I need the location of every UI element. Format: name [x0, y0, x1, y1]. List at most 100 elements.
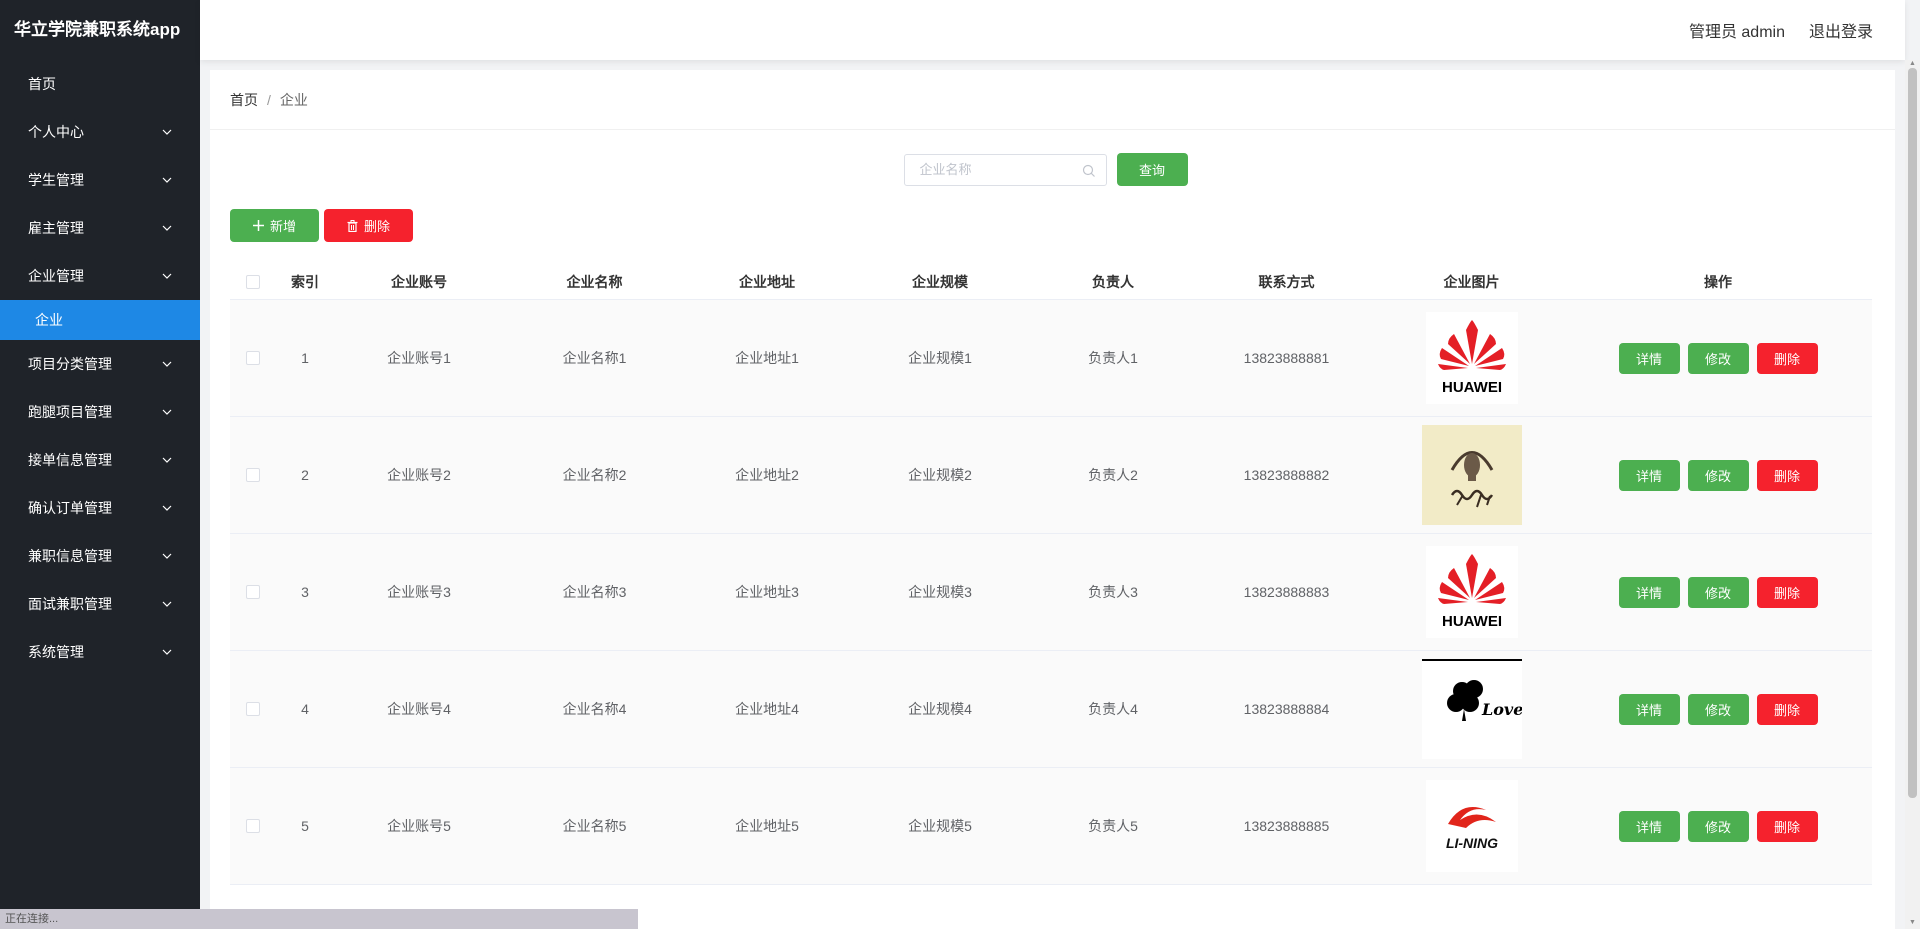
row-delete-button[interactable]: 删除 [1756, 693, 1818, 725]
cell-phone: 13823888881 [1243, 350, 1330, 366]
sidebar-item-11[interactable]: 系统管理 [0, 628, 200, 676]
query-button[interactable]: 查询 [1116, 153, 1188, 186]
add-button[interactable]: 新增 [230, 209, 319, 242]
scroll-up-arrow-icon[interactable]: ▲ [1908, 60, 1917, 68]
li-ning-logo[interactable]: LI-NING [1422, 776, 1522, 876]
breadcrumb-home[interactable]: 首页 [230, 90, 258, 110]
sidebar-subitem-enterprise[interactable]: 企业 [0, 300, 200, 340]
cell-actions: 详情 修改 删除 [1564, 768, 1872, 884]
cell-account: 企业账号4 [387, 701, 451, 717]
cell-owner: 负责人5 [1088, 818, 1138, 834]
cell-address: 企业地址3 [735, 584, 799, 600]
sidebar-item-1[interactable]: 个人中心 [0, 108, 200, 156]
row-delete-button[interactable]: 删除 [1756, 342, 1818, 374]
svg-text:Love: Love [1481, 700, 1522, 719]
sidebar-item-3[interactable]: 雇主管理 [0, 204, 200, 252]
cell-index: 1 [301, 350, 309, 366]
chevron-down-icon [160, 501, 174, 515]
column-header: 企业图片 [1443, 274, 1500, 290]
detail-button[interactable]: 详情 [1618, 576, 1680, 608]
row-checkbox[interactable] [245, 819, 260, 833]
detail-button[interactable]: 详情 [1618, 810, 1680, 842]
row-checkbox[interactable] [245, 351, 260, 365]
edit-button[interactable]: 修改 [1687, 459, 1749, 491]
cell-name: 企业名称4 [562, 701, 627, 717]
select-all-checkbox-cell [230, 265, 275, 299]
sidebar-item-label: 跑腿项目管理 [28, 404, 112, 420]
search-field[interactable] [903, 153, 1107, 186]
edit-button[interactable]: 修改 [1687, 810, 1749, 842]
cell-scale: 企业规模4 [908, 701, 972, 717]
row-checkbox[interactable] [245, 585, 260, 599]
row-checkbox-cell [230, 651, 275, 767]
sidebar-item-6[interactable]: 跑腿项目管理 [0, 388, 200, 436]
huawei-logo[interactable]: HUAWEI [1422, 308, 1522, 408]
column-header: 企业名称 [566, 274, 623, 290]
sidebar-item-label: 接单信息管理 [28, 452, 112, 468]
scroll-down-arrow-icon[interactable]: ▼ [1908, 919, 1917, 927]
row-delete-button[interactable]: 删除 [1756, 576, 1818, 608]
cell-name: 企业名称1 [562, 350, 627, 366]
cell-scale: 企业规模5 [908, 818, 972, 834]
sidebar-item-label: 个人中心 [28, 124, 84, 140]
cell-index: 5 [301, 818, 309, 834]
edit-button[interactable]: 修改 [1687, 693, 1749, 725]
column-header: 索引 [291, 274, 319, 290]
action-bar: 新增 删除 [230, 209, 413, 242]
main-panel: 首页 / 企业 查询 新增 删除 索引 企业账号 企业名称 企业地址 企业规模 负责人 联系… [210, 70, 1895, 929]
sidebar-item-2[interactable]: 学生管理 [0, 156, 200, 204]
sidebar-item-0[interactable]: 首页 [0, 60, 200, 108]
cell-account: 企业账号1 [387, 350, 451, 366]
page-scrollbar[interactable]: ▲ ▼ [1905, 60, 1920, 929]
cell-account: 企业账号5 [387, 818, 451, 834]
row-delete-button[interactable]: 删除 [1756, 459, 1818, 491]
app-title: 华立学院兼职系统app [14, 20, 181, 39]
detail-button[interactable]: 详情 [1618, 693, 1680, 725]
row-checkbox[interactable] [245, 702, 260, 716]
column-header: 联系方式 [1258, 274, 1315, 290]
cell-logo: LI-NING [1379, 768, 1564, 884]
cell-scale: 企业规模2 [908, 467, 972, 483]
sidebar-item-label: 雇主管理 [28, 220, 84, 236]
chevron-down-icon [160, 221, 174, 235]
cell-actions: 详情 修改 删除 [1564, 534, 1872, 650]
detail-button[interactable]: 详情 [1618, 459, 1680, 491]
cell-owner: 负责人3 [1088, 584, 1138, 600]
sidebar-item-label: 企业管理 [28, 268, 84, 284]
row-checkbox-cell [230, 768, 275, 884]
logout-link[interactable]: 退出登录 [1809, 18, 1873, 42]
column-header: 负责人 [1092, 274, 1134, 290]
sidebar-item-label: 学生管理 [28, 172, 84, 188]
cell-phone: 13823888885 [1243, 818, 1330, 834]
table-header: 索引 企业账号 企业名称 企业地址 企业规模 负责人 联系方式 企业图片 操作 [230, 265, 1872, 300]
cell-index: 2 [301, 467, 309, 483]
column-header: 企业规模 [912, 274, 968, 290]
edit-button[interactable]: 修改 [1687, 342, 1749, 374]
breadcrumb: 首页 / 企业 [210, 70, 1895, 130]
calligraphy-logo[interactable] [1421, 425, 1522, 525]
browser-status-bar: 正在连接... [0, 909, 638, 929]
chevron-down-icon [160, 357, 174, 371]
edit-button[interactable]: 修改 [1687, 576, 1749, 608]
scroll-thumb[interactable] [1908, 68, 1917, 798]
cell-address: 企业地址4 [735, 701, 799, 717]
clover-love-logo[interactable]: Love [1421, 659, 1522, 759]
search-input[interactable] [919, 162, 1070, 177]
huawei-logo[interactable]: HUAWEI [1422, 542, 1522, 642]
row-checkbox-cell [230, 300, 275, 416]
sidebar-item-7[interactable]: 接单信息管理 [0, 436, 200, 484]
sidebar-item-4[interactable]: 企业管理 [0, 252, 200, 300]
sidebar-item-5[interactable]: 项目分类管理 [0, 340, 200, 388]
table-row: 3 企业账号3 企业名称3 企业地址3 企业规模3 负责人3 13823888883 HUAW… [230, 534, 1872, 651]
sidebar-item-8[interactable]: 确认订单管理 [0, 484, 200, 532]
detail-button[interactable]: 详情 [1618, 342, 1680, 374]
trash-icon [347, 219, 358, 232]
row-checkbox[interactable] [245, 468, 260, 482]
batch-delete-button[interactable]: 删除 [324, 209, 413, 242]
row-delete-button[interactable]: 删除 [1756, 810, 1818, 842]
sidebar-item-10[interactable]: 面试兼职管理 [0, 580, 200, 628]
chevron-down-icon [160, 549, 174, 563]
cell-logo: HUAWEI [1379, 300, 1564, 416]
select-all-checkbox[interactable] [245, 275, 260, 289]
sidebar-item-9[interactable]: 兼职信息管理 [0, 532, 200, 580]
